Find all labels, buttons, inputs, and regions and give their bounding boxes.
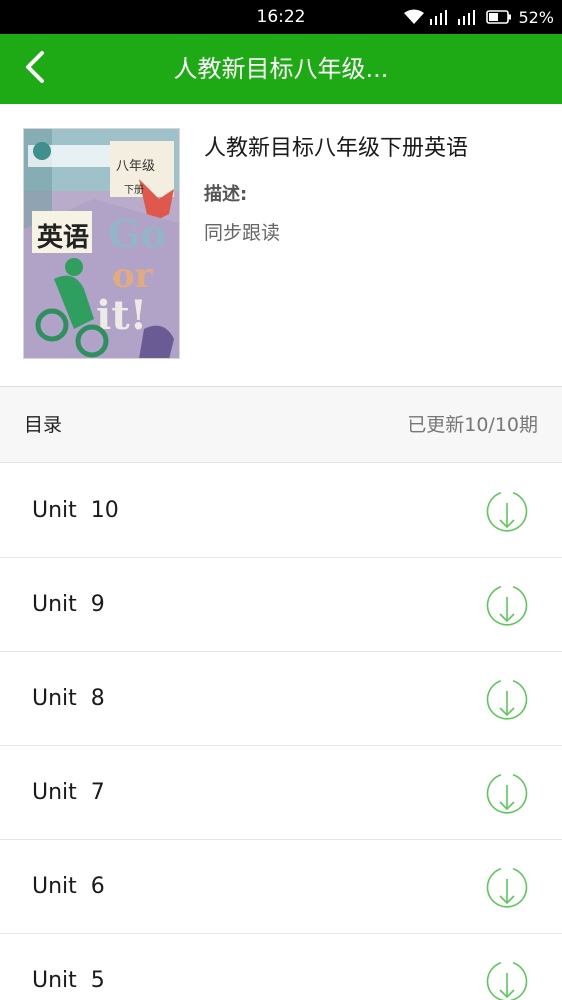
battery-percent: 52% bbox=[518, 7, 554, 27]
status-icons: 52% bbox=[404, 0, 554, 34]
unit-row-8[interactable]: Unit 8 bbox=[0, 652, 562, 746]
unit-label: Unit 8 bbox=[32, 686, 105, 711]
download-icon bbox=[486, 492, 528, 536]
book-info: or Go it! 八年级 下册 英语 人教新目标八年级下册英语 描述: 同步跟… bbox=[0, 104, 562, 386]
status-bar: 16:22 52% bbox=[0, 0, 562, 34]
unit-label: Unit 10 bbox=[32, 498, 119, 523]
catalog-update-status: 已更新10/10期 bbox=[407, 414, 538, 436]
download-icon bbox=[486, 962, 528, 1000]
unit-label: Unit 7 bbox=[32, 780, 105, 805]
unit-label: Unit 6 bbox=[32, 874, 105, 899]
chevron-left-icon bbox=[23, 50, 47, 88]
download-icon bbox=[486, 868, 528, 912]
unit-row-7[interactable]: Unit 7 bbox=[0, 746, 562, 840]
catalog-header: 目录 已更新10/10期 bbox=[0, 387, 562, 463]
unit-list: Unit 10 Unit 9 Unit 8 Unit 7 Unit 6 Unit… bbox=[0, 464, 562, 1000]
battery-icon bbox=[486, 9, 512, 25]
cover-subject-text: 英语 bbox=[37, 223, 90, 253]
download-button[interactable] bbox=[486, 678, 528, 720]
app-bar: 人教新目标八年级... bbox=[0, 34, 562, 104]
book-title: 人教新目标八年级下册英语 bbox=[204, 136, 469, 161]
description-label: 描述: bbox=[204, 184, 248, 205]
download-icon bbox=[486, 774, 528, 818]
svg-text:or: or bbox=[112, 256, 154, 296]
wifi-icon bbox=[404, 9, 425, 25]
download-icon bbox=[486, 586, 528, 630]
download-button[interactable] bbox=[486, 866, 528, 908]
back-button[interactable] bbox=[14, 48, 56, 90]
download-icon bbox=[486, 680, 528, 724]
download-button[interactable] bbox=[486, 772, 528, 814]
unit-row-9[interactable]: Unit 9 bbox=[0, 558, 562, 652]
cover-grade-text: 八年级 bbox=[116, 159, 156, 174]
description-text: 同步跟读 bbox=[204, 222, 281, 244]
catalog-label: 目录 bbox=[24, 414, 63, 436]
svg-text:Go: Go bbox=[108, 211, 166, 256]
unit-row-5[interactable]: Unit 5 bbox=[0, 934, 562, 1000]
download-button[interactable] bbox=[486, 490, 528, 532]
signal-icon bbox=[430, 9, 452, 25]
download-button[interactable] bbox=[486, 960, 528, 1000]
signal-icon bbox=[458, 9, 480, 25]
page-title: 人教新目标八年级... bbox=[173, 55, 389, 83]
unit-label: Unit 5 bbox=[32, 968, 105, 993]
download-button[interactable] bbox=[486, 584, 528, 626]
unit-row-10[interactable]: Unit 10 bbox=[0, 464, 562, 558]
book-cover-image: or Go it! 八年级 下册 英语 bbox=[23, 128, 180, 359]
unit-label: Unit 9 bbox=[32, 592, 105, 617]
unit-row-6[interactable]: Unit 6 bbox=[0, 840, 562, 934]
cover-volume-text: 下册 bbox=[124, 185, 144, 196]
